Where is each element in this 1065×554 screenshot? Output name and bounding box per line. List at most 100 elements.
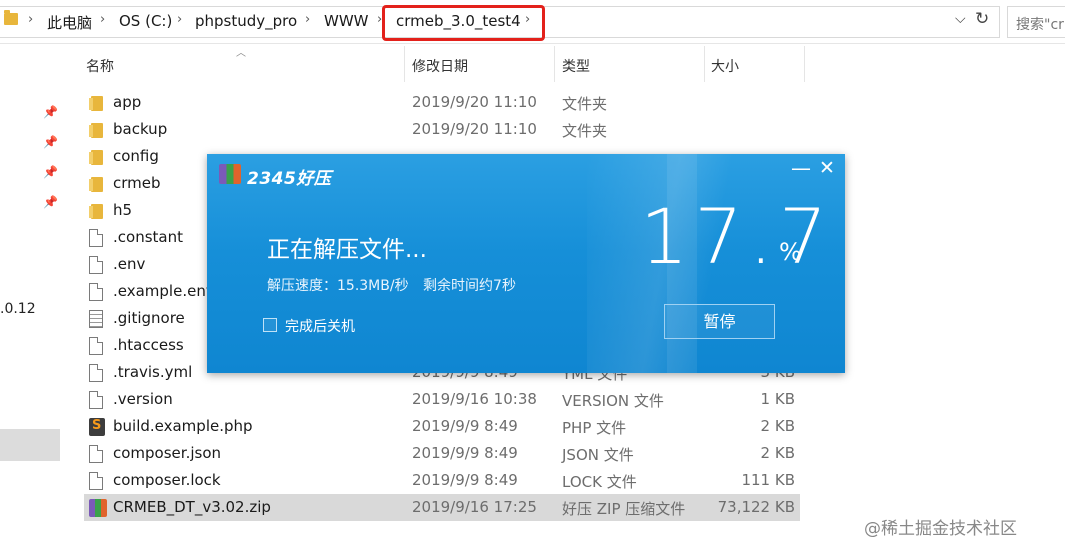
file-name: .constant: [113, 228, 183, 246]
file-name: .example.env: [113, 282, 215, 300]
file-row[interactable]: composer.lock 2019/9/9 8:49 LOCK 文件 111 KB: [84, 467, 800, 494]
folder-icon: [89, 123, 103, 138]
file-name: .gitignore: [113, 309, 185, 327]
file-type: 文件夹: [562, 122, 608, 140]
file-icon: [89, 283, 103, 301]
file-size: 2 KB: [760, 444, 795, 462]
nav-selected-item[interactable]: [0, 429, 60, 461]
watermark: @稀土掘金技术社区: [864, 519, 1017, 539]
folder-icon: [89, 204, 103, 219]
time-remaining: 剩余时间约7秒: [423, 278, 516, 294]
extract-speed: 解压速度：15.3MB/秒: [267, 278, 409, 294]
column-header-name[interactable]: 名称: [86, 56, 114, 78]
file-row[interactable]: .version 2019/9/16 10:38 VERSION 文件 1 KB: [84, 386, 800, 413]
search-input[interactable]: 搜索"cr: [1007, 6, 1065, 38]
chevron-right-icon: ›: [28, 12, 34, 27]
sublime-file-icon: [89, 418, 105, 436]
file-name: crmeb: [113, 174, 161, 192]
file-date: 2019/9/16 10:38: [412, 390, 537, 408]
chevron-right-icon[interactable]: ›: [177, 12, 182, 27]
explorer-window: › 此电脑 › OS (C:) › phpstudy_pro › WWW › c…: [0, 0, 1065, 554]
file-icon: [89, 337, 103, 355]
percent-sign: %: [779, 238, 802, 266]
file-row[interactable]: composer.json 2019/9/9 8:49 JSON 文件 2 KB: [84, 440, 800, 467]
file-name: config: [113, 147, 159, 165]
folder-icon: [4, 10, 18, 25]
extract-progress-dialog: 2345好压 — ✕ 正在解压文件... 解压速度：15.3MB/秒 剩余时间约…: [207, 154, 845, 373]
file-row[interactable]: backup 2019/9/20 11:10 文件夹: [84, 116, 800, 143]
file-name: CRMEB_DT_v3.02.zip: [113, 498, 271, 516]
breadcrumb-this-pc[interactable]: 此电脑: [47, 12, 92, 33]
breadcrumb-os-drive[interactable]: OS (C:): [119, 12, 172, 30]
file-size: 2 KB: [760, 417, 795, 435]
column-divider[interactable]: [554, 46, 555, 82]
folder-icon: [89, 150, 103, 165]
file-date: 2019/9/9 8:49: [412, 417, 518, 435]
shutdown-checkbox[interactable]: [263, 318, 277, 332]
file-name: composer.json: [113, 444, 222, 462]
chevron-right-icon[interactable]: ›: [305, 12, 310, 27]
file-icon: [89, 472, 103, 490]
file-row[interactable]: CRMEB_DT_v3.02.zip 2019/9/16 17:25 好压 ZIP …: [84, 494, 800, 521]
refresh-icon[interactable]: ↻: [975, 9, 989, 29]
pause-button[interactable]: 暂停: [664, 304, 775, 339]
file-type: VERSION 文件: [562, 392, 664, 410]
chevron-right-icon[interactable]: ›: [100, 12, 105, 27]
file-date: 2019/9/9 8:49: [412, 444, 518, 462]
text-file-icon: [89, 310, 103, 328]
minimize-icon[interactable]: —: [791, 156, 811, 180]
breadcrumb-phpstudy-pro[interactable]: phpstudy_pro: [195, 12, 297, 30]
file-icon: [89, 256, 103, 274]
file-type: JSON 文件: [562, 446, 634, 464]
file-type: LOCK 文件: [562, 473, 637, 491]
dialog-title: 正在解压文件...: [267, 237, 427, 263]
column-divider[interactable]: [704, 46, 705, 82]
zip-archive-icon: [89, 499, 107, 517]
file-type: 文件夹: [562, 95, 608, 113]
file-name: .travis.yml: [113, 363, 193, 381]
pin-icon[interactable]: 📌: [43, 195, 58, 209]
file-date: 2019/9/16 17:25: [412, 498, 537, 516]
navigation-pane: 📌 📌 📌 📌 .0.12: [0, 45, 62, 554]
haozip-logo-icon: [219, 164, 241, 184]
file-date: 2019/9/20 11:10: [412, 93, 537, 111]
file-row[interactable]: build.example.php 2019/9/9 8:49 PHP 文件 2 KB: [84, 413, 800, 440]
history-dropdown-icon[interactable]: ⌵: [955, 11, 966, 27]
file-name: .version: [113, 390, 173, 408]
file-name: backup: [113, 120, 168, 138]
file-name: h5: [113, 201, 133, 219]
file-size: 111 KB: [741, 471, 795, 489]
pin-icon[interactable]: 📌: [43, 135, 58, 149]
file-icon: [89, 391, 103, 409]
file-row[interactable]: app 2019/9/20 11:10 文件夹: [84, 89, 800, 116]
pin-icon[interactable]: 📌: [43, 165, 58, 179]
file-icon: [89, 445, 103, 463]
file-name: .env: [113, 255, 146, 273]
column-header-date[interactable]: 修改日期: [412, 56, 468, 78]
red-highlight-box: [382, 5, 545, 41]
file-size: 1 KB: [760, 390, 795, 408]
folder-icon: [89, 177, 103, 192]
pin-icon[interactable]: 📌: [43, 105, 58, 119]
address-bar: › 此电脑 › OS (C:) › phpstudy_pro › WWW › c…: [0, 0, 1065, 44]
progress-percent: 17.7: [640, 192, 834, 281]
column-header-type[interactable]: 类型: [562, 56, 590, 78]
column-header-size[interactable]: 大小: [711, 56, 739, 78]
file-name: build.example.php: [113, 417, 253, 435]
file-size: 73,122 KB: [717, 498, 795, 516]
file-name: composer.lock: [113, 471, 221, 489]
dialog-brand: 2345好压: [247, 169, 332, 189]
file-type: 好压 ZIP 压缩文件: [562, 500, 686, 518]
file-name: .htaccess: [113, 336, 184, 354]
shutdown-checkbox-label[interactable]: 完成后关机: [285, 316, 355, 336]
breadcrumb-www[interactable]: WWW: [324, 12, 369, 30]
file-icon: [89, 364, 103, 382]
file-icon: [89, 229, 103, 247]
extract-stats: 解压速度：15.3MB/秒 剩余时间约7秒: [267, 275, 526, 295]
nav-item-label[interactable]: .0.12: [0, 301, 36, 317]
sort-ascending-icon: ︿: [236, 48, 246, 59]
file-date: 2019/9/9 8:49: [412, 471, 518, 489]
column-divider[interactable]: [804, 46, 805, 82]
column-divider[interactable]: [404, 46, 405, 82]
close-icon[interactable]: ✕: [819, 157, 835, 179]
